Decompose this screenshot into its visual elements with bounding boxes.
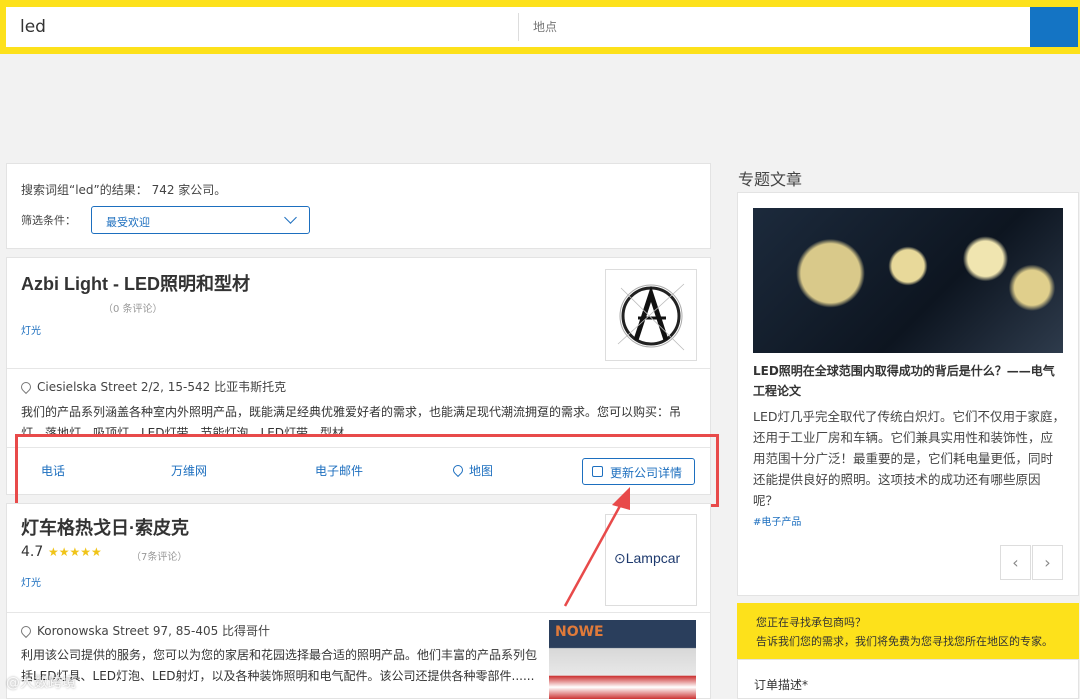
- article-image[interactable]: [753, 208, 1063, 353]
- company-address: Koronowska Street 97, 85-405 比得哥什: [18, 622, 271, 639]
- article-tag[interactable]: #电子产品: [753, 513, 801, 528]
- location-pin-icon: [18, 379, 34, 394]
- article-card: LED照明在全球范围内取得成功的背后是什么？——电气工程论文 LED灯几乎完全取…: [737, 192, 1079, 596]
- rating-value: 4.7: [21, 544, 44, 560]
- promo-text: 告诉我们您的需求，我们将免费为您寻找您所在地区的专家。: [756, 635, 1053, 648]
- azbi-logo-icon: [617, 283, 685, 351]
- divider: [7, 612, 710, 613]
- filter-panel: 搜索词组“led”的结果： 742 家公司。 筛选条件： 最受欢迎: [6, 163, 711, 249]
- featured-articles-title: 专题文章: [738, 170, 803, 189]
- location-pin-icon: [18, 623, 34, 638]
- order-description-label: 订单描述*: [754, 678, 809, 692]
- company-description: 我们的产品系列涵盖各种室内外照明产品，既能满足经典优雅爱好者的需求，也能满足现代…: [21, 405, 682, 436]
- review-count[interactable]: （0 条评论）: [103, 300, 163, 315]
- company-name[interactable]: 灯车格热戈日·索皮克: [21, 514, 189, 540]
- lampcar-logo: ⊙Lampcar: [614, 550, 681, 566]
- highlight-box: [15, 434, 719, 507]
- company-name[interactable]: Azbi Light - LED照明和型材: [21, 270, 250, 296]
- star-rating: ★★★★★: [48, 545, 102, 559]
- company-logo[interactable]: ⊙Lampcar: [605, 514, 697, 606]
- search-button[interactable]: [1030, 7, 1078, 47]
- prev-button[interactable]: ‹: [1000, 545, 1031, 580]
- company-description: 利用该公司提供的服务，您可以为您的家居和花园选择最合适的照明产品。他们丰富的产品…: [21, 648, 538, 683]
- order-form: 订单描述*: [737, 659, 1079, 699]
- category-tag[interactable]: 灯光: [21, 574, 41, 589]
- address-text: Koronowska Street 97, 85-405 比得哥什: [37, 624, 271, 638]
- next-button[interactable]: ›: [1032, 545, 1063, 580]
- article-excerpt: LED灯几乎完全取代了传统白炽灯。它们不仅用于家庭，还用于工业厂房和车辆。它们兼…: [753, 409, 1065, 508]
- chevron-down-icon: [284, 211, 297, 224]
- sort-select-value: 最受欢迎: [106, 216, 150, 229]
- company-address: Ciesielska Street 2/2, 15-542 比亚韦斯托克: [18, 378, 287, 395]
- photo-text: NOWE: [555, 624, 604, 640]
- sort-select[interactable]: 最受欢迎: [91, 206, 310, 234]
- location-input[interactable]: [519, 7, 1030, 47]
- category-tag[interactable]: 灯光: [21, 322, 41, 337]
- company-logo[interactable]: [605, 269, 697, 361]
- promo-heading: 您正在寻找承包商吗？: [756, 616, 866, 629]
- review-count[interactable]: （7条评论）: [131, 548, 187, 563]
- filter-label: 筛选条件：: [21, 214, 76, 227]
- address-text: Ciesielska Street 2/2, 15-542 比亚韦斯托克: [37, 380, 287, 394]
- divider: [7, 368, 710, 369]
- watermark: @大数跨境: [6, 675, 76, 691]
- article-title[interactable]: LED照明在全球范围内取得成功的背后是什么？——电气工程论文: [753, 361, 1063, 401]
- search-box: [6, 7, 1030, 47]
- search-input[interactable]: [6, 7, 518, 47]
- result-count: 搜索词组“led”的结果： 742 家公司。: [21, 183, 227, 197]
- contractor-promo: 您正在寻找承包商吗？ 告诉我们您的需求，我们将免费为您寻找您所在地区的专家。: [737, 603, 1079, 659]
- company-photo[interactable]: NOWE: [549, 620, 696, 699]
